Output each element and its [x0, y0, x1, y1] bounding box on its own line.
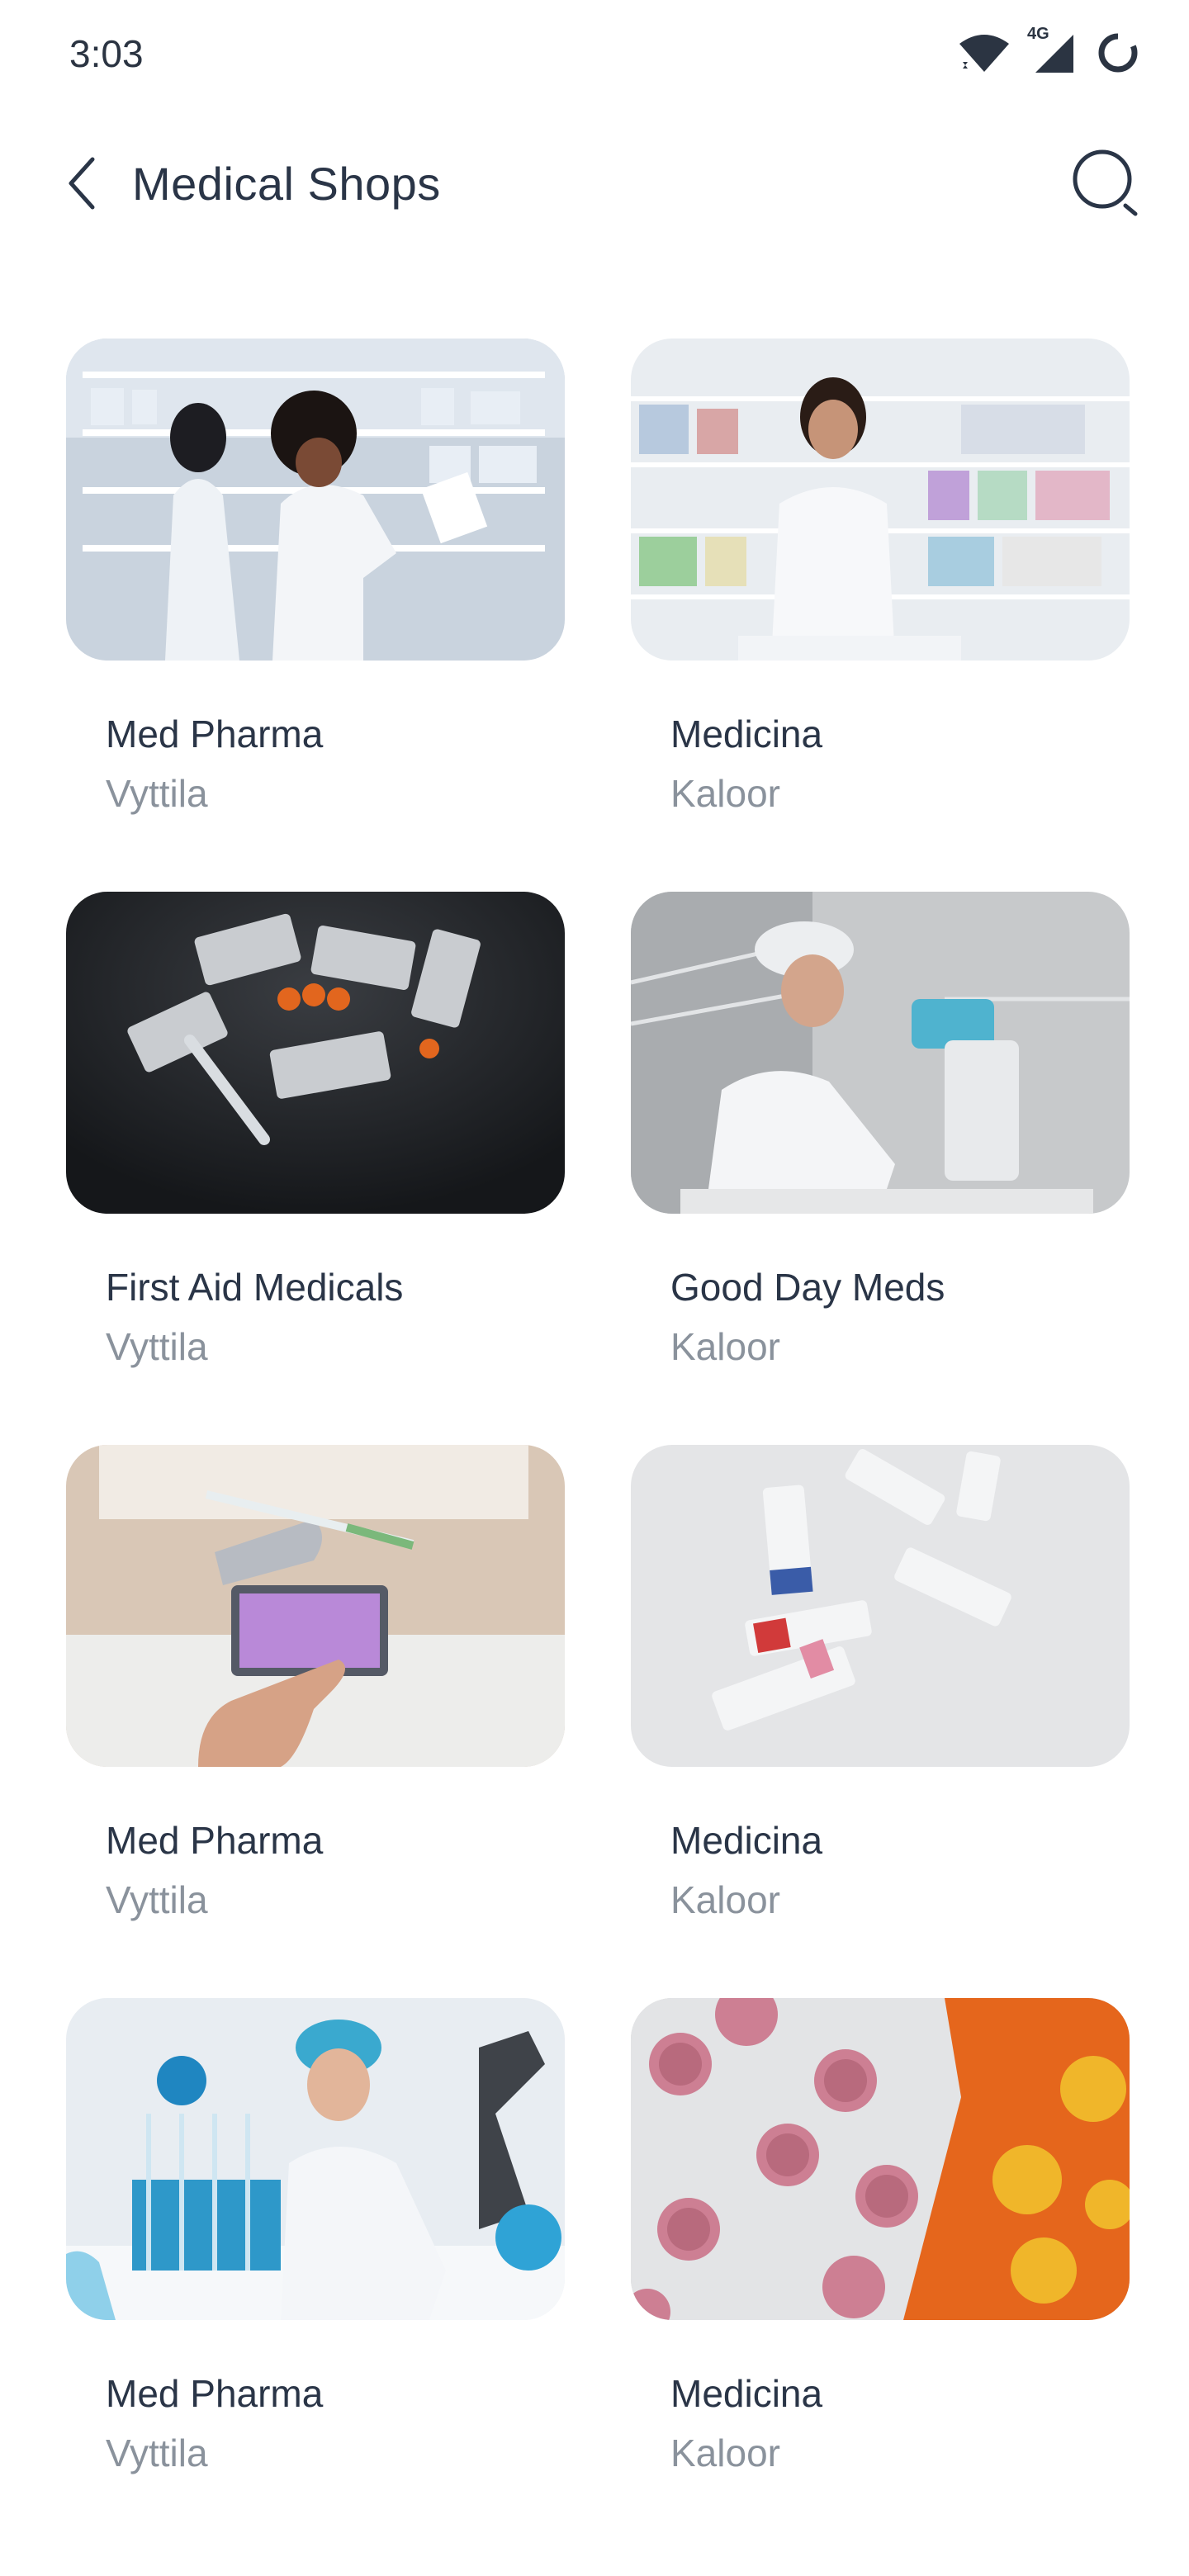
- search-button[interactable]: [1068, 145, 1144, 221]
- shop-image-microscope: [631, 892, 1130, 1214]
- shop-location: Kaloor: [670, 772, 780, 815]
- cellular-signal-icon: 4G: [1027, 25, 1075, 74]
- search-icon: [1073, 149, 1138, 216]
- shop-card[interactable]: Med Pharma Vyttila: [66, 339, 565, 834]
- shop-name: Med Pharma: [106, 1819, 324, 1862]
- status-time: 3:03: [69, 32, 144, 75]
- status-icons: 4G: [958, 25, 1139, 76]
- shop-location: Vyttila: [106, 2432, 208, 2474]
- page-title: Medical Shops: [132, 158, 441, 210]
- network-type-label: 4G: [1027, 25, 1049, 43]
- shop-image-tubes: [631, 1445, 1130, 1767]
- shop-card[interactable]: Medicina Kaloor: [631, 1445, 1130, 1940]
- shop-image-syringe: [66, 1445, 565, 1767]
- shop-card[interactable]: Med Pharma Vyttila: [66, 1445, 565, 1940]
- shop-image-pink-pills: [631, 1998, 1130, 2320]
- shop-card[interactable]: Medicina Kaloor: [631, 339, 1130, 834]
- shop-name: Medicina: [670, 1819, 823, 1862]
- shop-card[interactable]: First Aid Medicals Vyttila: [66, 892, 565, 1387]
- shop-image-pills: [66, 892, 565, 1214]
- wifi-icon: [958, 32, 1011, 73]
- status-bar: 3:03 4G: [0, 0, 1189, 107]
- shop-name: Good Day Meds: [670, 1266, 945, 1309]
- shop-name: Medicina: [670, 2372, 823, 2415]
- chevron-left-icon: [69, 157, 95, 210]
- shop-location: Kaloor: [670, 1325, 780, 1368]
- shop-location: Kaloor: [670, 1878, 780, 1921]
- shop-image-pharmacists: [66, 339, 565, 661]
- shop-name: Med Pharma: [106, 713, 324, 755]
- shop-location: Vyttila: [106, 1325, 208, 1368]
- shop-location: Vyttila: [106, 1878, 208, 1921]
- shop-image-lab: [66, 1998, 565, 2320]
- shop-card[interactable]: Med Pharma Vyttila: [66, 1998, 565, 2493]
- shop-name: First Aid Medicals: [106, 1266, 404, 1309]
- shop-name: Medicina: [670, 713, 823, 755]
- shop-card[interactable]: Medicina Kaloor: [631, 1998, 1130, 2493]
- battery-icon: [1097, 31, 1139, 74]
- shop-name: Med Pharma: [106, 2372, 324, 2415]
- app-header: Medical Shops: [0, 132, 1189, 248]
- shop-location: Kaloor: [670, 2432, 780, 2474]
- shop-location: Vyttila: [106, 772, 208, 815]
- shop-card[interactable]: Good Day Meds Kaloor: [631, 892, 1130, 1387]
- shop-image-pharmacist: [631, 339, 1130, 661]
- back-button[interactable]: [51, 154, 111, 213]
